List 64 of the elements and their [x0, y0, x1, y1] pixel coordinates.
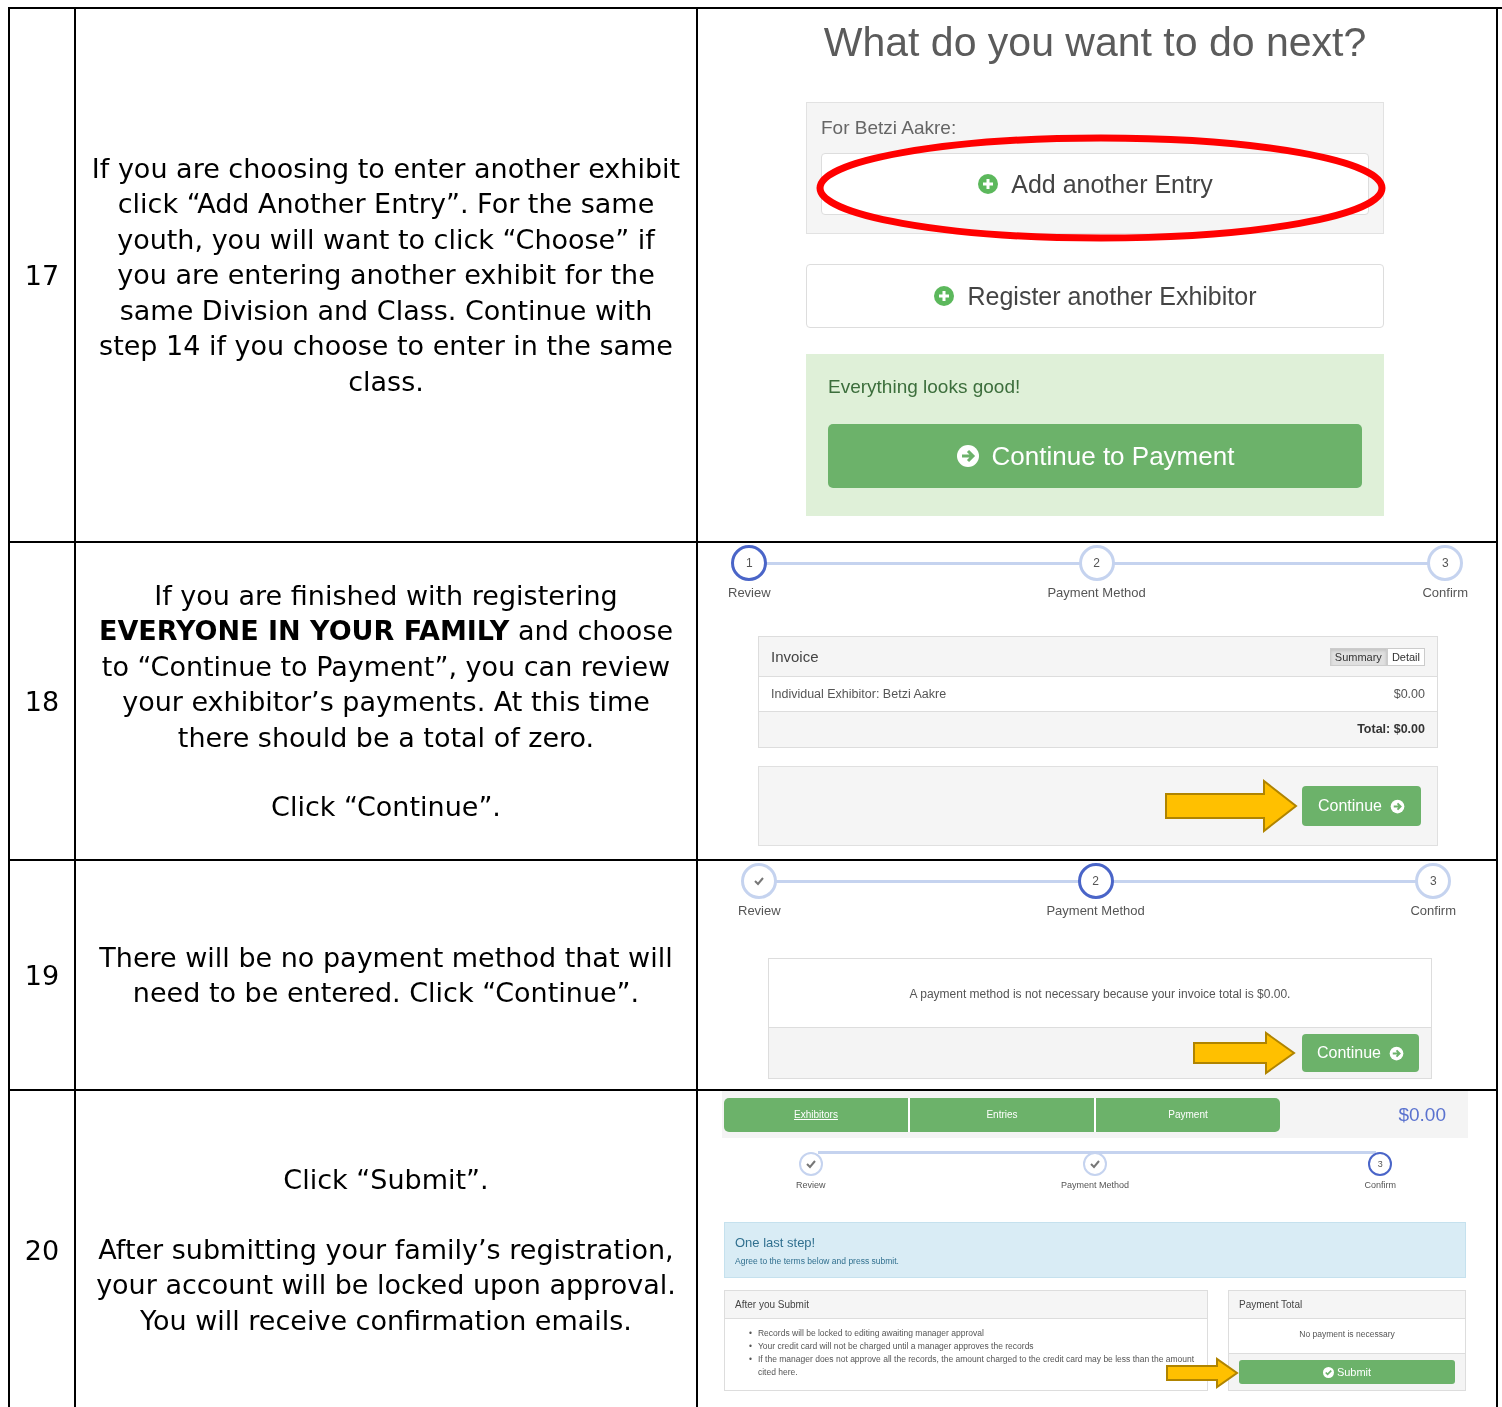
- register-exhibitor-button[interactable]: Register another Exhibitor: [806, 264, 1384, 328]
- plus-circle-icon: [977, 173, 1000, 195]
- step-number: 3: [1377, 1159, 1383, 1169]
- cart-total: $0.00: [1398, 1103, 1446, 1126]
- alert-text: Agree to the terms below and press submit.: [735, 1256, 900, 1266]
- step-number: 20: [24, 1234, 60, 1266]
- alert-title: One last step!: [735, 1235, 817, 1250]
- step-label: Review: [728, 585, 771, 600]
- step-label: Review: [738, 903, 781, 918]
- step-label: Confirm: [1410, 903, 1456, 918]
- continue-button[interactable]: Continue: [1301, 1034, 1419, 1072]
- info-message: A payment method is not necessary because your invoice total is $0.00.: [908, 986, 1292, 1003]
- panel-label: For Betzi Aakre:: [821, 117, 958, 139]
- step-label: Review: [796, 1180, 826, 1190]
- page-heading: What do you want to do next?: [822, 19, 1368, 66]
- terms-item: Your credit card will not be charged until a manager approves the records: [758, 1340, 1034, 1353]
- instruction-text: If you are choosing to enter another exhibit click “Add Another Entry”. For the same youth, you will want to click “Choose” if you are entering another exhibit for the same Division and Class. Continue with step 14 if you choose to enter in the same class.: [90, 151, 682, 399]
- step-number: 18: [24, 685, 60, 717]
- step-number: 2: [1092, 874, 1099, 888]
- step-number: 2: [1093, 556, 1100, 570]
- instruction-text: Click “Submit”.: [283, 1163, 489, 1197]
- check-circle-icon: [1322, 1366, 1334, 1378]
- step-number: 17: [24, 259, 60, 291]
- continue-to-payment-button[interactable]: Continue to Payment: [828, 424, 1362, 488]
- arrow-circle-icon: [1389, 1045, 1404, 1061]
- bullet-mark: •: [749, 1327, 752, 1340]
- breadcrumb-link[interactable]: Exhibitors: [724, 1097, 910, 1132]
- breadcrumb-link[interactable]: Entries: [910, 1097, 1096, 1132]
- arrow-circle-icon: [1390, 798, 1405, 814]
- step-number: 19: [24, 959, 60, 991]
- step-label: Confirm: [1364, 1180, 1396, 1190]
- view-toggle-button[interactable]: Summary: [1329, 647, 1387, 666]
- check-icon: [753, 875, 766, 887]
- panel-title: After you Submit: [725, 1291, 1207, 1319]
- terms-item: Records will be locked to editing awaiting manager approval: [758, 1327, 984, 1340]
- instruction-text: After submitting your family’s registration, your account will be locked upon approval. You will receive confirmation emails.: [95, 1232, 677, 1338]
- bullet-mark: •: [749, 1340, 752, 1353]
- view-toggle-button[interactable]: Detail: [1386, 647, 1425, 666]
- step-label: Payment Method: [1047, 585, 1146, 600]
- panel-title: Invoice: [771, 648, 819, 665]
- step-number: 3: [1441, 556, 1449, 570]
- instruction-text: Click “Continue”.: [271, 790, 501, 824]
- step-label: Confirm: [1422, 585, 1468, 600]
- terms-item: If the manager does not approve all the records, the amount charged to the credit card may be less than the amount cited here.: [758, 1353, 1196, 1379]
- add-entry-button[interactable]: Add another Entry: [821, 153, 1369, 215]
- step-number: 3: [1429, 874, 1437, 888]
- step-label: Payment Method: [1060, 1180, 1129, 1190]
- invoice-total: Total: $0.00: [1357, 722, 1425, 736]
- bullet-mark: •: [749, 1353, 752, 1366]
- check-icon: [804, 1158, 817, 1170]
- arrow-circle-icon: [955, 444, 980, 468]
- breadcrumb-link[interactable]: Payment: [1096, 1097, 1280, 1132]
- step-label: Payment Method: [1046, 903, 1145, 918]
- submit-button[interactable]: Submit: [1239, 1360, 1455, 1384]
- item-amount: $0.00: [1393, 687, 1425, 701]
- plus-circle-icon: [933, 285, 956, 307]
- instruction-text: If you are finished with registering EVERYONE IN YOUR FAMILY and choose to “Continue to Payment”, you can review your exhibitor’s payments. At this time there should be a total of zero.: [97, 578, 675, 755]
- step-number: 1: [745, 556, 753, 570]
- continue-button[interactable]: Continue: [1301, 786, 1421, 826]
- check-icon: [1089, 1158, 1101, 1170]
- invoice-item: Individual Exhibitor: Betzi Aakre: [771, 687, 947, 701]
- status-message: Everything looks good!: [828, 376, 1022, 398]
- instruction-text: There will be no payment method that will need to be entered. Click “Continue”.: [98, 940, 674, 1010]
- panel-title: Payment Total: [1229, 1291, 1465, 1319]
